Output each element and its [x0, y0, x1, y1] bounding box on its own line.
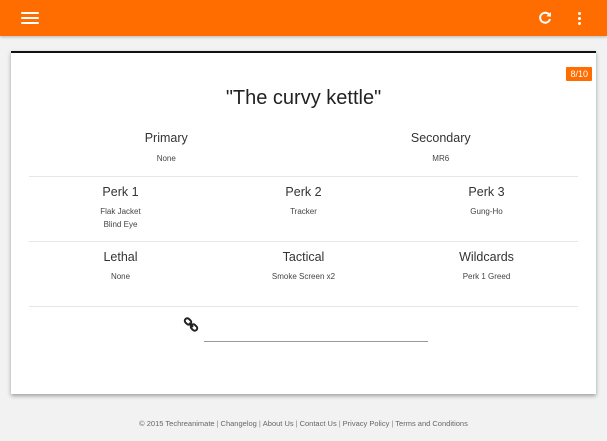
perk3-value: Gung-Ho [470, 207, 503, 216]
primary-cell: Primary None [29, 131, 304, 165]
perk1-cell: Perk 1 Flak Jacket Blind Eye [29, 185, 212, 231]
divider [29, 241, 578, 242]
perk3-label: Perk 3 [468, 185, 505, 199]
more-vertical-icon[interactable] [572, 10, 586, 26]
terms-link[interactable]: Terms and Conditions [395, 419, 468, 428]
perk2-cell: Perk 2 Tracker [212, 185, 395, 231]
weapons-row: Primary None Secondary MR6 [29, 131, 578, 165]
tactical-cell: Tactical Smoke Screen x2 [212, 250, 395, 283]
link-icon [183, 317, 199, 333]
perk1-value: Blind Eye [103, 220, 138, 229]
primary-label: Primary [144, 131, 188, 145]
share-link-input[interactable] [204, 323, 428, 342]
equipment-row: Lethal None Tactical Smoke Screen x2 Wil… [29, 250, 578, 283]
footer: © 2015 Techreanimate | Changelog | About Us |… [139, 419, 468, 428]
perk1-value: Flak Jacket [100, 207, 141, 216]
copyright-text: © 2015 Techreanimate [139, 419, 215, 428]
loadout-card: 8/10 "The curvy kettle" Primary None Sec… [11, 51, 596, 394]
secondary-cell: Secondary MR6 [304, 131, 579, 165]
about-us-link[interactable]: About Us [263, 419, 294, 428]
app-bar [0, 0, 607, 36]
wildcards-label: Wildcards [459, 250, 514, 264]
perk2-value: Tracker [290, 207, 317, 216]
rating-badge: 8/10 [566, 67, 592, 81]
contact-us-link[interactable]: Contact Us [300, 419, 337, 428]
lethal-cell: Lethal None [29, 250, 212, 283]
divider [29, 176, 578, 177]
perk1-label: Perk 1 [102, 185, 139, 199]
divider [29, 306, 578, 307]
lethal-label: Lethal [103, 250, 138, 264]
wildcards-cell: Wildcards Perk 1 Greed [395, 250, 578, 283]
hamburger-menu-icon[interactable] [21, 11, 39, 25]
secondary-value: MR6 [432, 154, 450, 163]
tactical-value: Smoke Screen x2 [271, 272, 336, 281]
secondary-label: Secondary [410, 131, 471, 145]
changelog-link[interactable]: Changelog [221, 419, 257, 428]
loadout-title: "The curvy kettle" [225, 87, 382, 109]
primary-value: None [156, 154, 176, 163]
lethal-value: None [110, 272, 131, 281]
tactical-label: Tactical [282, 250, 325, 264]
privacy-policy-link[interactable]: Privacy Policy [343, 419, 390, 428]
perk2-label: Perk 2 [285, 185, 322, 199]
perks-row: Perk 1 Flak Jacket Blind Eye Perk 2 Trac… [29, 185, 578, 231]
perk3-cell: Perk 3 Gung-Ho [395, 185, 578, 231]
wildcards-value: Perk 1 Greed [462, 272, 511, 281]
refresh-icon[interactable] [537, 10, 553, 26]
